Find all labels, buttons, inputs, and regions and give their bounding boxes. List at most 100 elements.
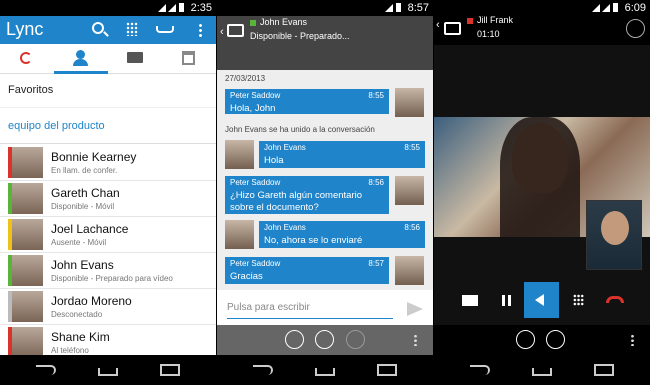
contact-list: Bonnie Kearney En llam. de confer. Garet… — [0, 145, 216, 355]
status-bar: 2:35 — [0, 0, 216, 16]
contact-name: Shane Kim — [51, 330, 110, 344]
conversation-icon — [444, 22, 461, 35]
self-face — [601, 211, 629, 245]
message-text: No, ahora se lo enviaré — [264, 235, 363, 246]
contact-status: Disponible - Preparado para vídeo — [51, 274, 173, 283]
system-nav-bar — [0, 355, 216, 385]
contacts-icon-body — [73, 59, 88, 66]
message-bubble: John Evans 8:56 No, ahora se lo enviaré — [259, 221, 425, 248]
recents-icon[interactable] — [377, 364, 397, 376]
back-icon[interactable] — [36, 365, 56, 375]
contact-item[interactable]: Shane Kim Al teléfono — [0, 325, 216, 355]
contact-status: Disponible - Móvil — [51, 202, 115, 211]
speaker-button[interactable] — [524, 282, 559, 318]
message-text: Hola — [264, 155, 284, 166]
end-call-icon[interactable] — [606, 296, 624, 303]
avatar — [12, 291, 43, 322]
call-header: ‹ Jill Frank 01:10 — [434, 15, 650, 45]
mute-mic-icon[interactable] — [626, 19, 645, 38]
avatar — [12, 183, 43, 214]
home-icon[interactable] — [315, 368, 335, 376]
video-camera-icon[interactable] — [462, 295, 478, 306]
avatar — [12, 255, 43, 286]
contacts-icon — [76, 50, 85, 59]
message-time: 8:55 — [404, 143, 420, 152]
message-time: 8:56 — [368, 178, 384, 187]
contact-name: John Evans — [51, 258, 114, 272]
contact-name: Jill Frank — [477, 15, 514, 25]
conversation-date: 27/03/2013 — [225, 74, 266, 83]
signal-icon — [602, 4, 610, 12]
presence-indicator — [250, 20, 256, 26]
avatar — [12, 219, 43, 250]
message-sender: John Evans — [264, 223, 306, 232]
overflow-menu-icon[interactable] — [631, 334, 634, 346]
chat-icon[interactable] — [516, 330, 535, 349]
compose-area: Pulsa para escribir — [217, 290, 433, 325]
back-icon[interactable]: ‹ — [220, 26, 224, 38]
overflow-menu-icon[interactable] — [414, 334, 417, 346]
message-sender: Peter Saddow — [230, 178, 281, 187]
contact-item[interactable]: Gareth Chan Disponible - Móvil — [0, 181, 216, 217]
avatar — [12, 147, 43, 178]
signal-icon — [385, 4, 393, 12]
tab-chats[interactable] — [108, 44, 162, 74]
system-nav-bar — [217, 355, 433, 385]
tab-activity[interactable] — [0, 44, 54, 74]
tab-meetings[interactable] — [162, 44, 216, 74]
contact-item[interactable]: Bonnie Kearney En llam. de confer. — [0, 145, 216, 181]
message-input[interactable]: Pulsa para escribir — [227, 302, 393, 319]
chat-screen: 8:57 ‹ John Evans Disponible - Preparado… — [217, 0, 433, 385]
recents-icon[interactable] — [594, 364, 614, 376]
dialpad-icon[interactable] — [573, 294, 584, 306]
contact-status: En llam. de confer. — [51, 166, 118, 175]
self-view[interactable] — [586, 200, 642, 270]
video-icon[interactable] — [346, 330, 365, 349]
pause-icon[interactable] — [502, 295, 511, 306]
contacts-screen: 2:35 Lync Favoritos equipo del producto — [0, 0, 216, 385]
signal-icon — [168, 4, 176, 12]
overflow-menu-icon[interactable] — [199, 23, 202, 37]
group-header[interactable]: equipo del producto — [0, 110, 216, 144]
clock: 6:09 — [624, 2, 646, 14]
battery-icon — [179, 3, 184, 12]
back-icon[interactable] — [470, 365, 490, 375]
contact-item[interactable]: Joel Lachance Ausente - Móvil — [0, 217, 216, 253]
remote-hair — [500, 117, 580, 237]
message-bubble: Peter Saddow 8:57 Gracias — [225, 257, 389, 284]
home-icon[interactable] — [532, 368, 552, 376]
send-icon[interactable] — [407, 302, 423, 316]
calendar-icon — [182, 51, 195, 65]
search-handle — [103, 31, 109, 37]
back-icon[interactable]: ‹ — [436, 19, 440, 31]
recents-icon[interactable] — [160, 364, 180, 376]
battery-icon — [613, 3, 618, 12]
call-duration: 01:10 — [477, 29, 500, 39]
avatar — [12, 327, 43, 355]
video-call-screen: 6:09 ‹ Jill Frank 01:10 — [434, 0, 650, 385]
avatar — [395, 88, 424, 117]
message-sender: Peter Saddow — [230, 259, 281, 268]
contact-item[interactable]: John Evans Disponible - Preparado para v… — [0, 253, 216, 289]
clock: 8:57 — [407, 2, 429, 14]
battery-icon — [396, 3, 401, 12]
clock: 2:35 — [190, 2, 212, 14]
phone-icon[interactable] — [546, 330, 565, 349]
chat-header: ‹ John Evans Disponible - Preparado... — [217, 16, 433, 70]
tab-contacts[interactable] — [54, 44, 108, 74]
status-bar: 6:09 — [434, 0, 650, 16]
favorites-header[interactable]: Favoritos — [0, 74, 216, 108]
contact-item[interactable]: Jordao Moreno Desconectado — [0, 289, 216, 325]
message-time: 8:57 — [368, 259, 384, 268]
phone-icon[interactable] — [315, 330, 334, 349]
dialpad-icon[interactable] — [126, 22, 138, 36]
back-icon[interactable] — [253, 365, 273, 375]
chat-icon[interactable] — [285, 330, 304, 349]
home-icon[interactable] — [98, 368, 118, 376]
favorites-label: Favoritos — [8, 84, 54, 96]
message-text: ¿Hizo Gareth algún comentario sobre el d… — [230, 190, 363, 213]
contact-name: Jordao Moreno — [51, 294, 132, 308]
contact-name: Joel Lachance — [51, 222, 129, 236]
contact-status: Al teléfono — [51, 346, 89, 355]
voicemail-icon[interactable] — [156, 26, 174, 33]
